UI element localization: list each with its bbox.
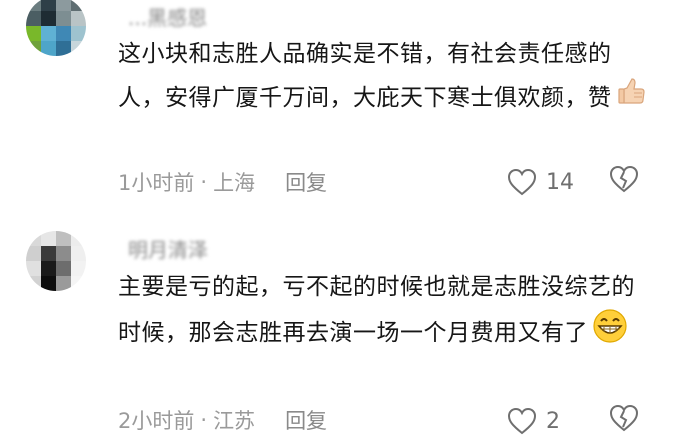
comment-meta: 1小时前 · 上海 回复: [118, 167, 327, 197]
broken-heart-icon: [609, 165, 639, 193]
meta-separator: ·: [200, 170, 208, 194]
like-count: 14: [546, 169, 574, 195]
reply-button[interactable]: 回复: [285, 167, 327, 197]
avatar[interactable]: [26, 0, 86, 56]
comment-text: 这小块和志胜人品确实是不错，有社会责任感的人，安得广厦千万间，大庇天下寒士俱欢颜…: [118, 32, 658, 121]
heart-icon: [507, 168, 537, 196]
comment-actions: 2: [506, 403, 640, 439]
thumbs-up-icon: [616, 76, 646, 121]
comment-time: 2小时前: [118, 409, 195, 433]
comment-body: 这小块和志胜人品确实是不错，有社会责任感的人，安得广厦千万间，大庇天下寒士俱欢颜…: [118, 41, 612, 111]
like-count: 2: [546, 408, 560, 434]
dislike-button[interactable]: [608, 403, 640, 439]
username[interactable]: ...黑感恩: [128, 2, 207, 31]
comment-body: 主要是亏的起，亏不起的时候也就是志胜没综艺的时候，那会志胜再去演一场一个月费用又…: [118, 274, 635, 346]
like-button[interactable]: 14: [506, 167, 574, 197]
comment-meta: 2小时前 · 江苏 回复: [118, 405, 327, 435]
avatar[interactable]: [26, 231, 86, 291]
dislike-button[interactable]: [608, 164, 640, 200]
reply-button[interactable]: 回复: [285, 405, 327, 435]
comment-time: 1小时前: [118, 171, 195, 195]
comment-actions: 14: [506, 164, 640, 200]
comment-location: 江苏: [213, 409, 256, 433]
meta-separator: ·: [200, 408, 208, 432]
grinning-face-icon: [592, 309, 628, 358]
comment-text: 主要是亏的起，亏不起的时候也就是志胜没综艺的时候，那会志胜再去演一场一个月费用又…: [118, 265, 658, 358]
comment-item: ...黑感恩 这小块和志胜人品确实是不错，有社会责任感的人，安得广厦千万间，大庇…: [0, 0, 680, 225]
like-button[interactable]: 2: [506, 406, 560, 436]
broken-heart-icon: [609, 404, 639, 432]
comment-item: 明月清泽 主要是亏的起，亏不起的时候也就是志胜没综艺的时候，那会志胜再去演一场一…: [0, 225, 680, 435]
heart-icon: [507, 407, 537, 435]
comment-location: 上海: [213, 171, 256, 195]
username[interactable]: 明月清泽: [128, 234, 208, 263]
